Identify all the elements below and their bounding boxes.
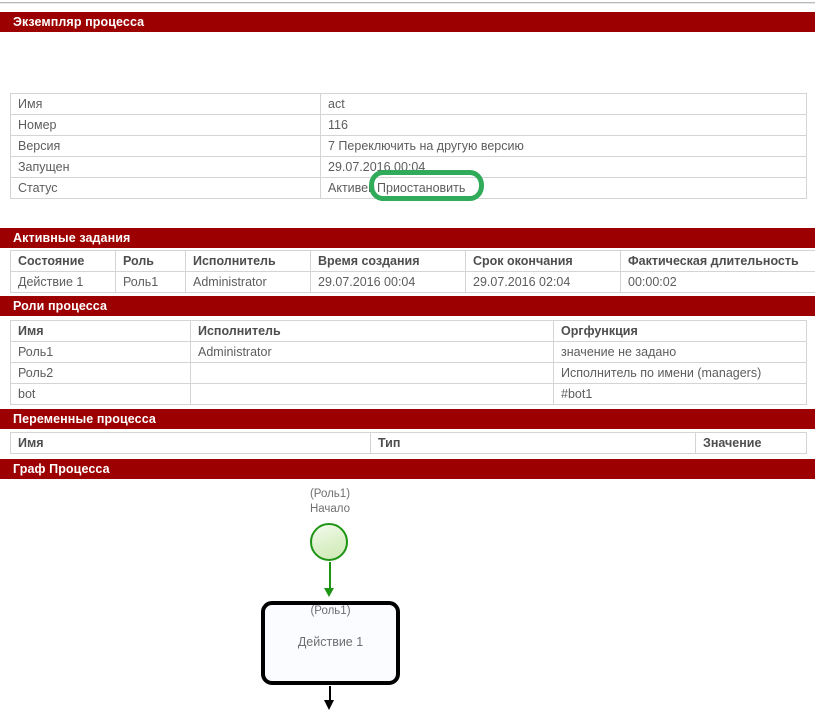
table-row: Роль2 Исполнитель по имени (managers) xyxy=(10,362,807,384)
start-node-name-label: Начало xyxy=(309,503,351,515)
suspend-button[interactable]: Приостановить xyxy=(377,181,465,195)
col-header-var-type[interactable]: Тип xyxy=(370,432,696,454)
section-header-active-tasks: Активные задания xyxy=(0,228,815,248)
cell-create-time: 29.07.2016 00:04 xyxy=(310,271,466,293)
status-label: Статус xyxy=(10,177,321,199)
cell-role-executor xyxy=(190,362,554,384)
transition-arrow-head-start xyxy=(324,588,334,597)
table-row-status: Статус Активен Приостановить xyxy=(10,177,807,199)
cell-role-name: Роль2 xyxy=(10,362,191,384)
cell-role-orgfunction: Исполнитель по имени (managers) xyxy=(553,362,807,384)
col-header-deadline[interactable]: Срок окончания xyxy=(465,250,621,272)
section-header-instance: Экземпляр процесса xyxy=(0,12,815,32)
table-header-row: Состояние Роль Исполнитель Время создани… xyxy=(10,250,815,272)
col-header-executor[interactable]: Исполнитель xyxy=(190,320,554,342)
instance-row-label: Имя xyxy=(10,93,321,115)
cell-role-orgfunction: #bot1 xyxy=(553,383,807,405)
transition-arrow-head-task xyxy=(324,700,334,710)
col-header-executor[interactable]: Исполнитель xyxy=(185,250,311,272)
table-row: Действие 1 Роль1 Administrator 29.07.201… xyxy=(10,271,815,293)
col-header-create-time[interactable]: Время создания xyxy=(310,250,466,272)
process-variables-table: Имя Тип Значение xyxy=(10,432,807,454)
process-roles-table: Имя Исполнитель Оргфункция Роль1 Adminis… xyxy=(10,320,807,405)
switch-version-link[interactable]: 7 Переключить на другую версию xyxy=(328,139,524,153)
table-row: Запущен 29.07.2016 00:04 xyxy=(10,156,807,178)
status-cell: Активен Приостановить xyxy=(320,177,807,199)
table-header-row: Имя Исполнитель Оргфункция xyxy=(10,320,807,342)
process-instance-page: Экземпляр процесса Имя act Номер 116 Вер… xyxy=(0,0,815,712)
table-row: bot #bot1 xyxy=(10,383,807,405)
status-value: Активен xyxy=(328,181,376,195)
start-node-icon[interactable] xyxy=(310,523,348,561)
col-header-actual-duration[interactable]: Фактическая длительность xyxy=(620,250,815,272)
cell-actual-duration: 00:00:02 xyxy=(620,271,815,293)
instance-row-label: Номер xyxy=(10,114,321,136)
cell-role-name: bot xyxy=(10,383,191,405)
instance-row-value: 29.07.2016 00:04 xyxy=(320,156,807,178)
table-header-row: Имя Тип Значение xyxy=(10,432,807,454)
instance-row-label: Запущен xyxy=(10,156,321,178)
table-row: Номер 116 xyxy=(10,114,807,136)
instance-version-cell[interactable]: 7 Переключить на другую версию xyxy=(320,135,807,157)
cell-role-name: Роль1 xyxy=(10,341,191,363)
col-header-name[interactable]: Имя xyxy=(10,320,191,342)
instance-row-label: Версия xyxy=(10,135,321,157)
cell-role-orgfunction: значение не задано xyxy=(553,341,807,363)
col-header-orgfunction[interactable]: Оргфункция xyxy=(553,320,807,342)
cell-state: Действие 1 xyxy=(10,271,116,293)
cell-role: Роль1 xyxy=(115,271,186,293)
cell-role-executor xyxy=(190,383,554,405)
col-header-role[interactable]: Роль xyxy=(115,250,186,272)
section-header-process-variables: Переменные процесса xyxy=(0,409,815,429)
instance-row-value: 116 xyxy=(320,114,807,136)
table-row: Имя act xyxy=(10,93,807,115)
col-header-var-value[interactable]: Значение xyxy=(695,432,807,454)
active-tasks-table: Состояние Роль Исполнитель Время создани… xyxy=(10,250,815,293)
col-header-var-name[interactable]: Имя xyxy=(10,432,371,454)
section-header-process-graph: Граф Процесса xyxy=(0,459,815,479)
cell-deadline: 29.07.2016 02:04 xyxy=(465,271,621,293)
top-divider-highlight xyxy=(0,3,815,4)
cell-role-executor: Administrator xyxy=(190,341,554,363)
section-header-process-roles: Роли процесса xyxy=(0,296,815,316)
task-node-name-label: Действие 1 xyxy=(297,635,364,649)
table-row: Версия 7 Переключить на другую версию xyxy=(10,135,807,157)
col-header-state[interactable]: Состояние xyxy=(10,250,116,272)
start-node-role-label: (Роль1) xyxy=(309,488,351,500)
instance-row-value: act xyxy=(320,93,807,115)
instance-table: Имя act Номер 116 Версия 7 Переключить н… xyxy=(10,93,807,199)
table-row: Роль1 Administrator значение не задано xyxy=(10,341,807,363)
task-node-role-label: (Роль1) xyxy=(310,605,351,617)
cell-executor: Administrator xyxy=(185,271,311,293)
